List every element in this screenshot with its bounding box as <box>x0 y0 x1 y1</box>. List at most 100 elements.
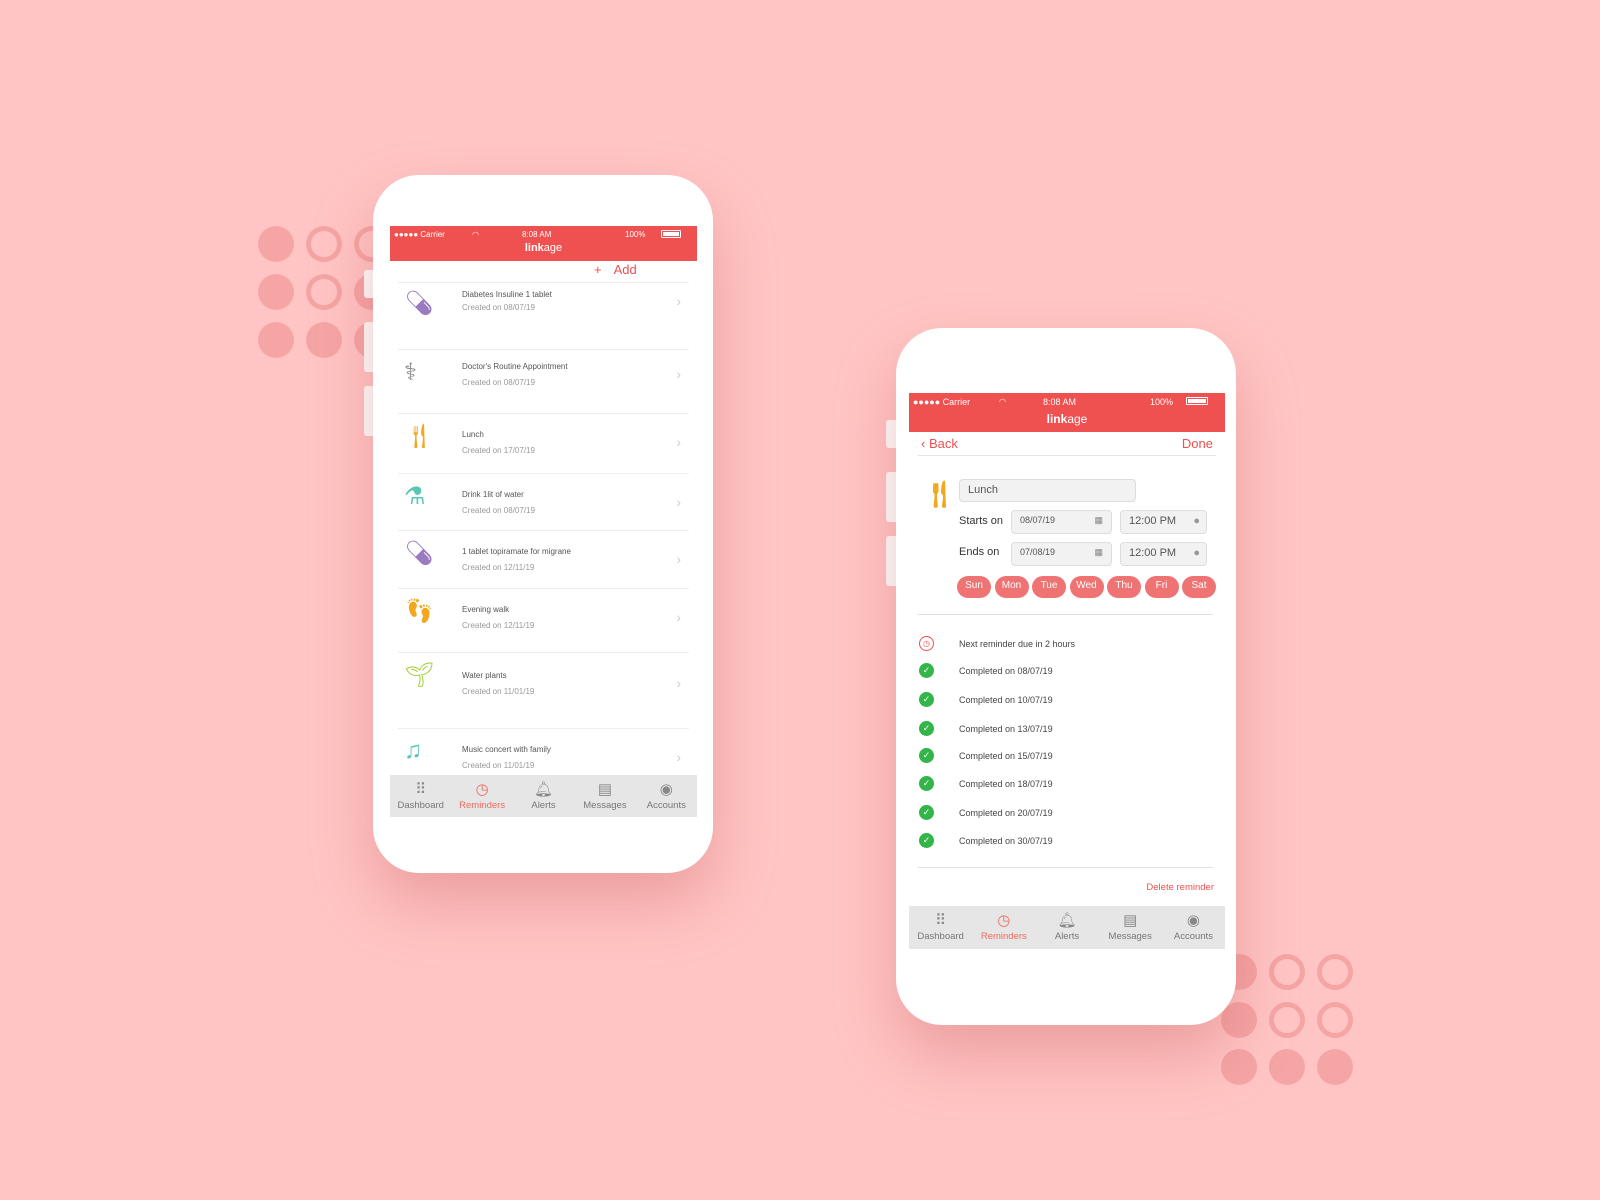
tab-dashboard[interactable]: ⠿ Dashboard <box>390 775 451 817</box>
divider <box>918 867 1213 868</box>
tab-label: Dashboard <box>397 800 444 811</box>
tab-dashboard[interactable]: ⠿ Dashboard <box>909 906 972 949</box>
add-button[interactable]: + Add <box>594 262 637 277</box>
end-time-input[interactable]: 12:00 PM ● <box>1120 542 1207 566</box>
reminder-title: Lunch <box>462 430 484 439</box>
reminder-list-item[interactable]: 🍴︎ Lunch Created on 17/07/19 › <box>398 413 689 473</box>
message-icon: ▤ <box>597 781 613 798</box>
fork-knife-icon: 🍴︎ <box>923 479 957 509</box>
reminder-list-item[interactable]: ⚗ Drink 1lit of water Created on 08/07/1… <box>398 473 689 530</box>
check-circle-icon: ✓ <box>919 805 934 820</box>
pill-icon: 💊︎ <box>404 290 435 317</box>
tab-reminders[interactable]: ◷ Reminders <box>972 906 1035 949</box>
check-circle-icon: ✓ <box>919 692 934 707</box>
calendar-icon: ▦ <box>1094 515 1103 525</box>
reminder-detail-screen: ●●●●● Carrier ◠ 8:08 AM 100% linkage ‹ B… <box>909 393 1225 949</box>
reminder-title: Water plants <box>462 671 507 680</box>
reminder-list-item[interactable]: ⚕ Doctor's Routine Appointment Created o… <box>398 349 689 413</box>
decor-dot <box>306 274 342 310</box>
bell-icon: 🔔︎ <box>533 781 554 798</box>
stethoscope-icon: ⚕ <box>404 359 417 386</box>
delete-reminder-link[interactable]: Delete reminder <box>1146 882 1214 893</box>
battery-icon <box>1186 397 1208 405</box>
reminder-title: Evening walk <box>462 605 510 614</box>
check-circle-icon: ✓ <box>919 776 934 791</box>
phone-side-button <box>886 472 896 522</box>
battery-percent: 100% <box>1150 397 1174 407</box>
reminder-created-date: Created on 12/11/19 <box>462 563 535 572</box>
chevron-right-icon: › <box>676 293 681 309</box>
reminder-list-item[interactable]: 👣︎ Evening walk Created on 12/11/19 › <box>398 588 689 652</box>
carrier: ●●●●● Carrier <box>913 397 971 407</box>
decor-dot <box>1221 1049 1257 1085</box>
check-circle-icon: ✓ <box>919 721 934 736</box>
wifi-icon: ◠ <box>472 230 479 239</box>
app-title: linkage <box>1046 412 1088 426</box>
decor-dot <box>1317 1002 1353 1038</box>
reminder-list-item[interactable]: 💊︎ 1 tablet topiramate for migrane Creat… <box>398 530 689 588</box>
end-date-input[interactable]: 07/08/19 ▦ <box>1011 542 1112 566</box>
back-button[interactable]: ‹ Back <box>921 436 958 451</box>
status-bar: ●●●●● Carrier ◠ 8:08 AM 100% linkage <box>909 393 1225 432</box>
day-toggle-sat[interactable]: Sat <box>1182 576 1216 598</box>
day-toggle-thu[interactable]: Thu <box>1107 576 1141 598</box>
clock-icon: ◷ <box>919 636 934 651</box>
decor-dot <box>1269 954 1305 990</box>
day-toggle-fri[interactable]: Fri <box>1144 576 1179 598</box>
reminder-created-date: Created on 08/07/19 <box>462 303 535 312</box>
day-toggle-wed[interactable]: Wed <box>1069 576 1104 598</box>
user-icon: ◉ <box>659 781 673 798</box>
chevron-right-icon: › <box>676 749 681 765</box>
reminder-title: Music concert with family <box>462 745 551 754</box>
wifi-icon: ◠ <box>999 397 1006 406</box>
clock-time: 8:08 AM <box>1043 397 1077 407</box>
decor-dot <box>258 274 294 310</box>
calendar-icon: ▦ <box>1094 547 1103 557</box>
starts-label: Starts on <box>959 515 1004 527</box>
reminder-list-item[interactable]: ♫ Music concert with family Created on 1… <box>398 728 689 770</box>
dashboard-icon: ⠿ <box>415 781 427 798</box>
reminder-list-item[interactable]: 🌱︎ Water plants Created on 11/01/19 › <box>398 652 689 728</box>
reminder-name-input[interactable]: Lunch <box>959 479 1136 502</box>
clock-time: 8:08 AM <box>522 230 552 239</box>
carrier: ●●●●● Carrier <box>394 230 445 239</box>
chevron-right-icon: › <box>676 675 681 691</box>
divider <box>918 614 1213 615</box>
day-toggle-tue[interactable]: Tue <box>1032 576 1066 598</box>
message-icon: ▤ <box>1123 912 1138 929</box>
chevron-left-icon: ‹ <box>921 436 929 451</box>
bell-icon: 🔔︎ <box>1057 912 1077 929</box>
phone-side-button <box>886 420 896 448</box>
decor-dot <box>1269 1049 1305 1085</box>
tab-alerts[interactable]: 🔔︎ Alerts <box>513 775 574 817</box>
day-toggle-sun[interactable]: Sun <box>957 576 991 598</box>
tab-label: Reminders <box>459 800 506 811</box>
tab-accounts[interactable]: ◉ Accounts <box>636 775 697 817</box>
day-toggle-mon[interactable]: Mon <box>994 576 1029 598</box>
tab-accounts[interactable]: ◉ Accounts <box>1162 906 1225 949</box>
tab-messages[interactable]: ▤ Messages <box>574 775 635 817</box>
tab-alerts[interactable]: 🔔︎ Alerts <box>1035 906 1098 949</box>
ends-label: Ends on <box>959 546 1000 558</box>
chevron-right-icon: › <box>676 494 681 510</box>
plus-icon: + <box>594 262 602 277</box>
tab-reminders[interactable]: ◷ Reminders <box>451 775 512 817</box>
reminder-list-item[interactable]: 💊︎ Diabetes Insuline 1 tablet Created on… <box>398 282 689 349</box>
reminder-title: Doctor's Routine Appointment <box>462 362 568 371</box>
start-date-input[interactable]: 08/07/19 ▦ <box>1011 510 1112 534</box>
start-time-input[interactable]: 12:00 PM ● <box>1120 510 1207 534</box>
tab-label: Alerts <box>1054 931 1080 942</box>
check-circle-icon: ✓ <box>919 833 934 848</box>
status-bar: ●●●●● Carrier ◠ 8:08 AM 100% linkage <box>390 226 697 261</box>
decor-dot <box>258 322 294 358</box>
done-button[interactable]: Done <box>1182 436 1213 451</box>
tab-label: Dashboard <box>917 931 964 942</box>
tab-label: Alerts <box>531 800 556 811</box>
decor-dot <box>1221 1002 1257 1038</box>
footprints-icon: 👣︎ <box>404 598 435 625</box>
tab-bar: ⠿ Dashboard ◷ Reminders 🔔︎ Alerts ▤ Messages ◉ Ac… <box>909 906 1225 949</box>
reminder-created-date: Created on 08/07/19 <box>462 506 535 515</box>
tab-messages[interactable]: ▤ Messages <box>1099 906 1162 949</box>
decor-dot <box>306 322 342 358</box>
tab-bar: ⠿ Dashboard ◷ Reminders 🔔︎ Alerts ▤ Messages ◉ Ac… <box>390 775 697 817</box>
